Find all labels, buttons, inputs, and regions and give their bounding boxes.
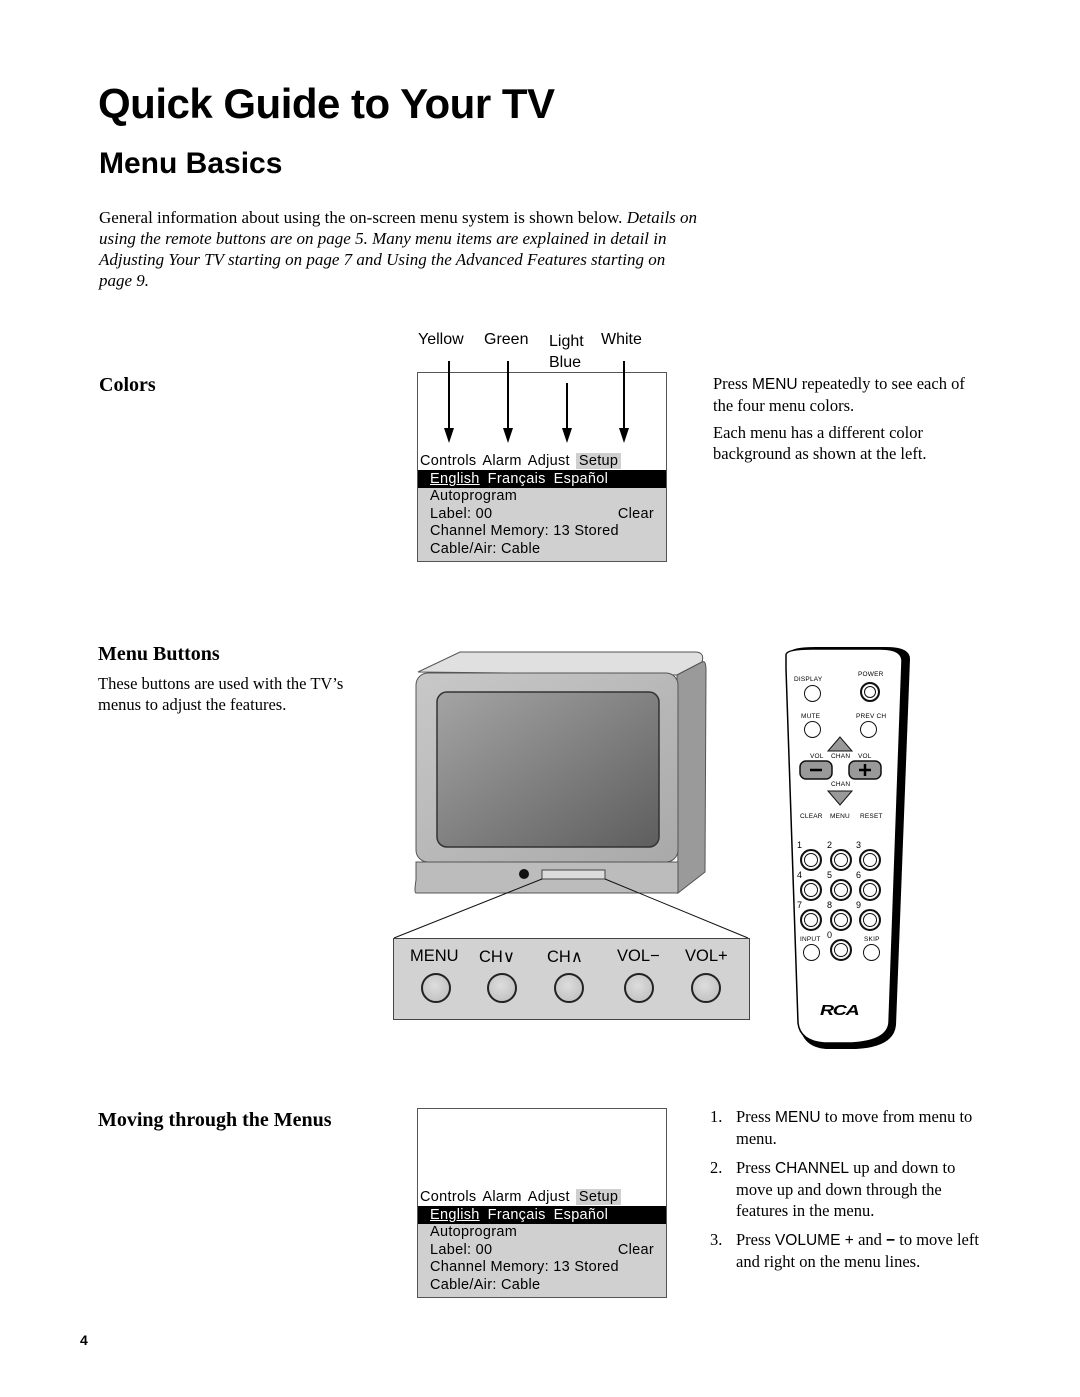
- front-panel: MENU CH∨ CH∧ VOL− VOL+: [393, 938, 750, 1020]
- step-item: 2. Press CHANNEL up and down to move up …: [710, 1157, 985, 1221]
- tab-alarm[interactable]: Alarm: [482, 1189, 521, 1205]
- menu-buttons-description: These buttons are used with the TV’s men…: [98, 674, 344, 714]
- step-item: 1. Press MENU to move from menu to menu.: [710, 1106, 985, 1149]
- moving-heading: Moving through the Menus: [98, 1109, 332, 1131]
- ir-sensor-icon: [519, 869, 529, 879]
- steps-list: 1. Press MENU to move from menu to menu.…: [710, 1106, 985, 1280]
- digit-label: 1: [797, 840, 803, 850]
- menu-item-clear[interactable]: Clear: [618, 1242, 654, 1260]
- key-label: MENU: [774, 1109, 821, 1126]
- arrow-yellow: [444, 361, 454, 443]
- step-text: Press: [736, 1230, 775, 1249]
- colors-note-2: Each menu has a different color backgrou…: [713, 423, 927, 463]
- digit-label: 0: [827, 930, 833, 940]
- menu-screen-moving: Controls Alarm Adjust Setup English Français…: [417, 1108, 667, 1298]
- step-text: Press: [736, 1158, 775, 1177]
- front-ch-down-button[interactable]: [487, 973, 517, 1003]
- digit-label: 3: [856, 840, 862, 850]
- remote-button-7[interactable]: [800, 909, 822, 931]
- tab-setup[interactable]: Setup: [575, 1189, 622, 1205]
- menu-item-cable-air[interactable]: Cable/Air: Cable: [418, 1277, 666, 1295]
- menu-item-label: Channel Memory: 13 Stored: [430, 1259, 619, 1275]
- step-item: 3. Press VOLUME + and − to move left and…: [710, 1229, 985, 1272]
- front-label-vol-down: VOL−: [617, 947, 660, 965]
- front-menu-button[interactable]: [421, 973, 451, 1003]
- page-number: 4: [80, 1332, 88, 1348]
- rca-logo: RCA: [820, 1002, 860, 1019]
- digit-label: 6: [856, 870, 862, 880]
- tv-illustration: [393, 651, 749, 939]
- arrow-green: [503, 361, 513, 443]
- remote-button-8[interactable]: [830, 909, 852, 931]
- key-label: −: [886, 1232, 896, 1249]
- front-button-strip: [541, 869, 606, 880]
- digit-label: 7: [797, 900, 803, 910]
- front-vol-up-button[interactable]: [691, 973, 721, 1003]
- front-ch-up-button[interactable]: [554, 973, 584, 1003]
- remote-label-input: INPUT: [800, 936, 821, 943]
- menu-item-label: Cable/Air: Cable: [430, 1276, 541, 1293]
- arrow-white: [619, 361, 629, 443]
- digit-label: 9: [856, 900, 862, 910]
- menu-item-label-field[interactable]: Label: 00 Clear: [418, 1242, 666, 1260]
- menu-item-autoprogram[interactable]: Autoprogram: [418, 1224, 666, 1242]
- key-label: CHANNEL: [774, 1160, 850, 1177]
- remote-label-menu: MENU: [830, 813, 850, 820]
- remote-label-skip: SKIP: [864, 936, 880, 943]
- remote-label-vol-left: VOL: [810, 753, 824, 760]
- remote-label-vol-right: VOL: [858, 753, 872, 760]
- key-label: VOLUME +: [774, 1232, 859, 1249]
- menu-tabs: Controls Alarm Adjust Setup: [420, 1189, 627, 1205]
- remote-input-button[interactable]: [803, 944, 820, 961]
- digit-label: 8: [827, 900, 833, 910]
- menu-buttons-heading: Menu Buttons: [98, 643, 220, 665]
- digit-label: 2: [827, 840, 833, 850]
- front-label-menu: MENU: [410, 947, 459, 965]
- remote-label-reset: RESET: [860, 813, 883, 820]
- tab-adjust[interactable]: Adjust: [528, 1189, 570, 1205]
- menu-key-label: MENU: [751, 376, 798, 393]
- colors-note-1: Press MENU repeatedly to see each of the…: [713, 373, 983, 416]
- remote-button-1[interactable]: [800, 849, 822, 871]
- remote-label-clear: CLEAR: [800, 813, 823, 820]
- remote-button-9[interactable]: [859, 909, 881, 931]
- step-number: 2.: [710, 1158, 723, 1177]
- remote-button-5[interactable]: [830, 879, 852, 901]
- step-text: and: [858, 1230, 887, 1249]
- menu-item-label: Label: 00: [430, 1241, 493, 1258]
- remote-label-chan-down: CHAN: [831, 781, 851, 788]
- menu-item-label: Autoprogram: [430, 1224, 518, 1240]
- remote-button-3[interactable]: [859, 849, 881, 871]
- remote-chan-down-button: [826, 790, 854, 806]
- color-arrows: [444, 361, 629, 443]
- remote-control: DISPLAY POWER MUTE PREV CH VOL CHAN VOL …: [776, 645, 916, 1055]
- step-text: Press: [736, 1107, 775, 1126]
- remote-button-2[interactable]: [830, 849, 852, 871]
- step-number: 3.: [710, 1230, 723, 1249]
- language-english[interactable]: English: [430, 1207, 480, 1223]
- remote-button-0[interactable]: [830, 939, 852, 961]
- front-label-vol-up: VOL+: [685, 947, 728, 965]
- front-vol-down-button[interactable]: [624, 973, 654, 1003]
- step-number: 1.: [710, 1107, 723, 1126]
- remote-button-6[interactable]: [859, 879, 881, 901]
- digit-label: 5: [827, 870, 833, 880]
- language-espanol[interactable]: Español: [554, 1207, 609, 1223]
- menu-panel: English Français Español Autoprogram Label…: [418, 1206, 666, 1297]
- language-bar: English Français Español: [418, 1206, 666, 1224]
- remote-chan-up-button: [826, 736, 854, 752]
- remote-skip-button[interactable]: [863, 944, 880, 961]
- remote-button-4[interactable]: [800, 879, 822, 901]
- language-francais[interactable]: Français: [488, 1207, 546, 1223]
- digit-label: 4: [797, 870, 803, 880]
- tab-controls[interactable]: Controls: [420, 1189, 476, 1205]
- menu-item-channel-memory[interactable]: Channel Memory: 13 Stored: [418, 1259, 666, 1277]
- arrow-light-blue: [562, 383, 572, 443]
- remote-label-chan-up: CHAN: [831, 753, 851, 760]
- note-text: Press: [713, 374, 752, 393]
- front-label-ch-up: CH∧: [547, 948, 583, 966]
- remote-dpad: [799, 736, 882, 806]
- front-label-ch-down: CH∨: [479, 948, 515, 966]
